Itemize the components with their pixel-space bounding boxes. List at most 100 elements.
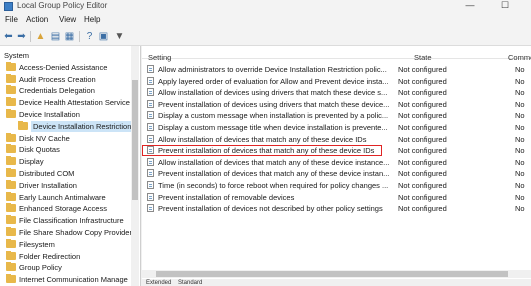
policy-row[interactable]: Prevent installation of devices using dr…	[142, 99, 531, 110]
policy-setting-name: Prevent installation of removable device…	[158, 192, 295, 202]
folder-icon	[6, 73, 16, 83]
policy-row[interactable]: Prevent installation of devices that mat…	[142, 168, 531, 179]
tree-item[interactable]: Enhanced Storage Access	[0, 203, 140, 214]
up-folder-icon[interactable]: ▲	[35, 31, 46, 42]
policy-setting-name: Time (in seconds) to force reboot when r…	[158, 181, 389, 190]
policy-row[interactable]: Display a custom message title when devi…	[142, 122, 531, 133]
toolbar-separator	[79, 31, 80, 42]
tree-item[interactable]: Credentials Delegation	[0, 85, 140, 96]
menu-help[interactable]: Help	[84, 15, 100, 24]
policy-row[interactable]: Allow installation of devices that match…	[142, 157, 531, 168]
folder-icon	[6, 191, 16, 201]
policy-setting-name: Allow administrators to override Device …	[158, 65, 387, 74]
tab-extended[interactable]: Extended	[146, 280, 171, 286]
policy-comment: No	[515, 192, 525, 202]
export-list-icon[interactable]: ▦	[64, 31, 75, 42]
policy-comment: No	[515, 169, 525, 179]
tree-item[interactable]: Filesystem	[0, 238, 140, 250]
policy-row-highlighted[interactable]: Prevent installation of devices that mat…	[142, 145, 525, 157]
gpedit-app-icon	[4, 2, 13, 11]
tree-item-selected[interactable]: Device Installation Restriction	[0, 120, 140, 132]
tree-item[interactable]: Internet Communication Manage	[0, 274, 140, 285]
toolbar: ⬅ ➡ ▲ ▤ ▦ ? ▣ ▼	[0, 28, 531, 46]
filter-icon[interactable]: ▼	[114, 31, 125, 42]
column-header-state[interactable]: State	[414, 53, 432, 62]
back-arrow-icon[interactable]: ⬅	[3, 31, 14, 42]
policy-comment: No	[515, 88, 525, 98]
tree-item[interactable]: Disk NV Cache	[0, 132, 140, 144]
tree-item[interactable]: Device Health Attestation Service	[0, 97, 140, 108]
policy-state: Not configured	[398, 134, 447, 144]
folder-icon	[6, 203, 16, 213]
column-header-setting[interactable]: Setting	[148, 53, 171, 62]
policy-row[interactable]: Prevent installation of removable device…	[142, 192, 531, 203]
tree-item[interactable]: Group Policy	[0, 262, 140, 273]
policy-setting-icon	[147, 181, 154, 189]
tree-item[interactable]: Display	[0, 156, 140, 167]
tree-item[interactable]: Driver Installation	[0, 179, 140, 191]
policy-comment: No	[515, 123, 525, 132]
menu-file[interactable]: File	[5, 15, 18, 24]
tree-item[interactable]: File Share Shadow Copy Provider	[0, 227, 140, 238]
menu-view[interactable]: View	[59, 15, 76, 24]
list-horizontal-scrollbar[interactable]	[142, 270, 531, 278]
properties-icon[interactable]: ▣	[98, 31, 109, 42]
tab-standard[interactable]: Standard	[178, 280, 202, 286]
policy-row[interactable]: Allow installation of devices using driv…	[142, 87, 531, 98]
tree-item[interactable]: Folder Redirection	[0, 250, 140, 262]
toolbar-separator	[30, 31, 31, 42]
tree-scrollbar[interactable]	[131, 46, 139, 286]
tree-item[interactable]: System	[0, 50, 140, 61]
forward-arrow-icon[interactable]: ➡	[16, 31, 27, 42]
help-icon[interactable]: ?	[84, 31, 95, 42]
policy-row[interactable]: Allow administrators to override Device …	[142, 64, 531, 75]
policy-row[interactable]: Apply layered order of evaluation for Al…	[142, 76, 531, 87]
tree-item-label: Disk Quotas	[19, 145, 60, 155]
menu-action[interactable]: Action	[26, 15, 48, 24]
policy-comment: No	[515, 65, 525, 74]
folder-icon	[6, 238, 16, 248]
policy-setting-name: Display a custom message title when devi…	[158, 123, 388, 132]
tree-item[interactable]: Device Installation	[0, 109, 140, 120]
policy-row[interactable]: Time (in seconds) to force reboot when r…	[142, 180, 531, 191]
policy-row[interactable]: Prevent installation of devices not desc…	[142, 203, 531, 214]
policy-state: Not configured	[398, 169, 447, 179]
policy-comment: No	[515, 99, 525, 109]
policy-state: Not configured	[398, 204, 447, 214]
tree-item[interactable]: Access-Denied Assistance	[0, 61, 140, 73]
list-scrollbar-thumb[interactable]	[156, 271, 508, 277]
policy-setting-name: Prevent installation of devices that mat…	[158, 146, 375, 156]
maximize-button[interactable]: ☐	[490, 0, 520, 13]
folder-icon	[6, 132, 16, 142]
tree-item-label: Filesystem	[19, 239, 55, 249]
folder-icon	[6, 215, 16, 225]
tree-item-label: Distributed COM	[19, 169, 75, 178]
tree-item[interactable]: Disk Quotas	[0, 144, 140, 155]
policy-state: Not configured	[398, 192, 447, 202]
policy-setting-icon	[147, 111, 154, 120]
policy-state: Not configured	[398, 99, 447, 109]
policy-comment: No	[515, 134, 525, 144]
tree-item-label: Driver Installation	[19, 180, 77, 190]
column-header-comment[interactable]: Comment	[508, 53, 531, 62]
tree-item-label: Credentials Delegation	[19, 86, 95, 96]
tree-item-label: Display	[19, 157, 44, 167]
minimize-button[interactable]: —	[455, 0, 485, 13]
policy-row[interactable]: Display a custom message when installati…	[142, 110, 531, 121]
view-tabs: Extended Standard	[142, 279, 531, 286]
folder-icon	[6, 168, 16, 177]
policy-row[interactable]: Allow installation of devices that match…	[142, 134, 531, 145]
tree-item[interactable]: File Classification Infrastructure	[0, 215, 140, 226]
tree-item[interactable]: Audit Process Creation	[0, 73, 140, 85]
tree-item-label: Early Launch Antimalware	[19, 192, 106, 202]
policy-setting-icon	[147, 204, 154, 213]
tree-item-label: Enhanced Storage Access	[19, 204, 107, 214]
policy-comment: No	[515, 157, 525, 167]
tree-item[interactable]: Early Launch Antimalware	[0, 191, 140, 203]
show-hide-tree-icon[interactable]: ▤	[50, 31, 61, 42]
tree-item[interactable]: Distributed COM	[0, 168, 140, 179]
tree-item-label: Disk NV Cache	[19, 133, 70, 143]
folder-icon	[6, 262, 16, 272]
tree-scrollbar-thumb[interactable]	[132, 80, 138, 200]
folder-icon	[6, 274, 16, 284]
